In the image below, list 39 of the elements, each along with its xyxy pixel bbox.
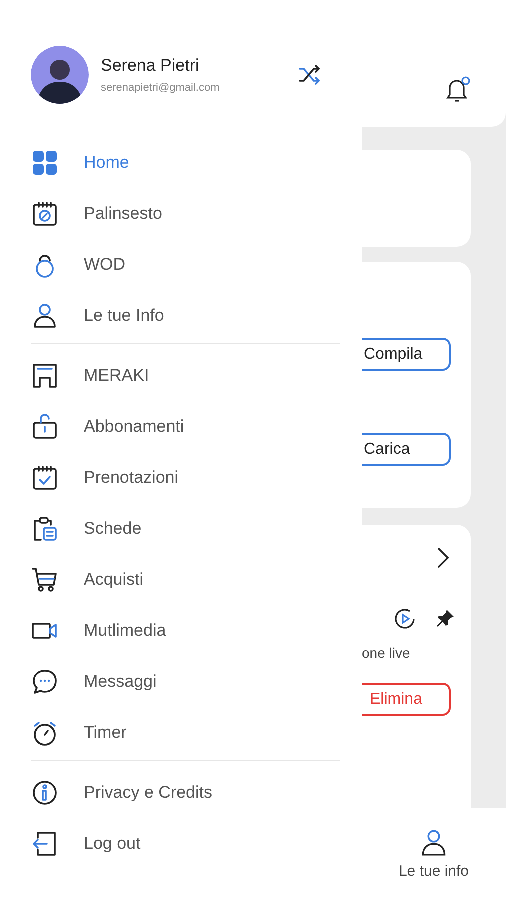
calendar-icon [32,200,58,226]
menu-item[interactable]: WOD [31,239,126,290]
play-icon[interactable] [393,607,417,631]
action-button[interactable]: Compila [362,338,451,371]
menu-item[interactable]: MERAKI [31,350,150,401]
session-caption: one live [362,645,412,661]
menu-item[interactable]: Timer [31,707,127,758]
clipboard-icon [32,516,58,542]
shuffle-icon[interactable] [298,63,322,87]
calendar-check-icon [32,464,58,490]
user-email: serenapietri@gmail.com [101,82,221,94]
user-icon[interactable] [420,828,448,856]
menu-item[interactable]: Abbonamenti [31,401,184,452]
bell-icon[interactable] [444,75,472,105]
menu-item[interactable]: Mutlimedia [31,605,166,656]
info-icon [32,780,58,806]
chevron-right-icon[interactable] [436,547,450,569]
chat-icon [32,668,58,694]
bag-icon [32,414,58,440]
menu-item[interactable]: Home [31,137,130,188]
avatar [31,46,89,104]
menu-item[interactable]: Palinsesto [31,188,162,239]
menu-item[interactable]: Schede [31,503,142,554]
action-button[interactable]: Carica [362,433,451,466]
cart-icon [32,566,58,592]
logout-icon [32,830,58,856]
nav-label[interactable]: Le tue info [398,862,470,880]
menu-item[interactable]: Prenotazioni [31,452,179,503]
stopwatch-icon [32,720,58,746]
grid-icon [32,150,58,176]
menu-item[interactable]: Le tue Info [31,290,164,341]
building-icon [32,362,58,388]
menu-item[interactable]: Log out [31,818,141,869]
menu-item[interactable]: Acquisti [31,554,144,605]
user-icon [32,302,58,328]
delete-button[interactable]: Elimina [362,683,451,716]
user-name: Serena Pietri [101,56,200,76]
menu-item[interactable]: Privacy e Credits [31,767,212,818]
menu-item[interactable]: Messaggi [31,656,157,707]
